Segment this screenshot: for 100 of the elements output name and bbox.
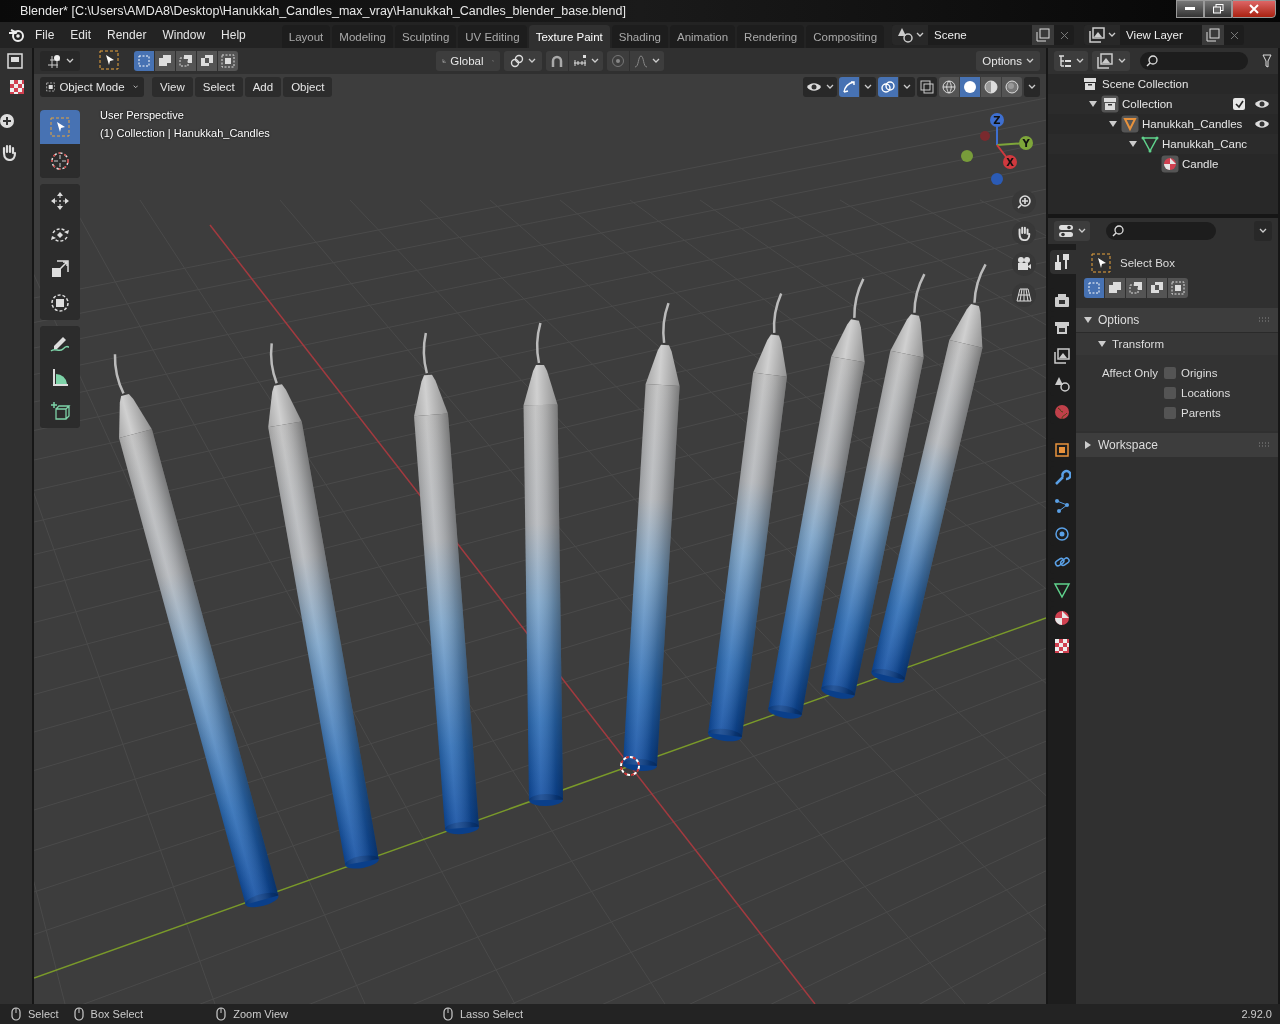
app-logo-icon[interactable] bbox=[8, 28, 26, 42]
menu-item[interactable]: View bbox=[152, 77, 193, 97]
outliner-item[interactable]: Candle bbox=[1182, 158, 1270, 170]
shading-mode-button[interactable] bbox=[1002, 77, 1022, 97]
selection-mode-button[interactable] bbox=[176, 51, 196, 71]
new-scene-button[interactable] bbox=[1032, 25, 1055, 45]
outliner-item[interactable]: Hanukkah_Candles bbox=[1142, 118, 1245, 130]
mode-dropdown[interactable]: Object Mode bbox=[40, 77, 144, 97]
caret-icon bbox=[652, 58, 660, 64]
zoom-button[interactable] bbox=[1012, 190, 1036, 214]
options-dropdown[interactable] bbox=[1254, 221, 1272, 241]
gizmo-dropdown[interactable] bbox=[860, 77, 876, 97]
outliner-item[interactable]: Hanukkah_Canc bbox=[1162, 138, 1270, 150]
checkbox[interactable]: Parents bbox=[1164, 407, 1221, 419]
eye-icon[interactable] bbox=[1254, 98, 1270, 110]
xray-toggle[interactable] bbox=[917, 77, 937, 97]
eye-icon[interactable] bbox=[1254, 118, 1270, 130]
checkbox[interactable]: Origins bbox=[1164, 367, 1218, 379]
options-dropdown[interactable]: Options bbox=[976, 51, 1040, 71]
menu-item[interactable]: Render bbox=[100, 25, 154, 45]
close-icon bbox=[1229, 30, 1239, 40]
orbit-icon bbox=[1053, 525, 1071, 543]
expand-triangle-icon[interactable] bbox=[1098, 340, 1106, 348]
falloff-dropdown[interactable] bbox=[630, 51, 664, 71]
expand-triangle-icon[interactable] bbox=[1089, 100, 1097, 108]
snap-toggle[interactable] bbox=[546, 51, 568, 71]
workspace-tab[interactable]: Animation bbox=[669, 25, 736, 48]
menu-item[interactable]: Edit bbox=[63, 25, 99, 45]
properties-tab[interactable] bbox=[1050, 250, 1076, 274]
workspace-tab[interactable]: Sculpting bbox=[394, 25, 457, 48]
selection-mode-button[interactable] bbox=[1168, 278, 1188, 298]
snap-dropdown[interactable] bbox=[569, 51, 603, 71]
perspective-toggle[interactable] bbox=[1012, 283, 1036, 307]
shading-dropdown[interactable] bbox=[1024, 77, 1040, 97]
camera-view-button[interactable] bbox=[1012, 252, 1036, 276]
panel-title[interactable]: Transform bbox=[1112, 338, 1164, 350]
menu-item[interactable]: Object bbox=[283, 77, 333, 97]
selection-mode-button[interactable] bbox=[155, 51, 175, 71]
selection-mode-button[interactable] bbox=[1147, 278, 1167, 298]
menu-item[interactable]: Window bbox=[155, 25, 213, 45]
minimize-button[interactable] bbox=[1176, 0, 1204, 18]
expand-triangle-icon[interactable] bbox=[1084, 316, 1092, 324]
workspace-tab[interactable]: Compositing bbox=[806, 25, 885, 48]
panel-title[interactable]: Options bbox=[1098, 313, 1140, 327]
drag-grip-icon[interactable] bbox=[1258, 317, 1270, 323]
mesh-triangle-icon bbox=[1053, 581, 1071, 599]
proportional-edit-toggle[interactable] bbox=[607, 51, 629, 71]
editor-type-icon[interactable] bbox=[6, 52, 24, 70]
selection-mode-button[interactable] bbox=[218, 51, 238, 71]
workspace-tab[interactable]: Shading bbox=[611, 25, 668, 48]
close-button[interactable] bbox=[1232, 0, 1276, 18]
selection-mode-button[interactable] bbox=[1126, 278, 1146, 298]
overlay-dropdown[interactable] bbox=[899, 77, 915, 97]
mouse-icon bbox=[442, 1007, 454, 1021]
collapse-triangle-icon[interactable] bbox=[1084, 441, 1092, 449]
navigation-gizmo[interactable] bbox=[961, 113, 1033, 185]
gizmo-toggle[interactable] bbox=[839, 77, 859, 97]
workspace-tab[interactable]: Rendering bbox=[737, 25, 805, 48]
orientation-dropdown[interactable]: Global bbox=[436, 51, 500, 71]
expand-triangle-icon[interactable] bbox=[1129, 140, 1137, 148]
pivot-point-dropdown[interactable] bbox=[504, 51, 542, 71]
editor-type-dropdown[interactable] bbox=[1054, 51, 1088, 71]
selection-mode-button[interactable] bbox=[134, 51, 154, 71]
menu-item[interactable]: Add bbox=[244, 77, 282, 97]
outliner-item[interactable]: Scene Collection bbox=[1102, 78, 1270, 90]
search-field[interactable] bbox=[1106, 222, 1216, 240]
selection-mode-button[interactable] bbox=[197, 51, 217, 71]
shading-mode-button[interactable] bbox=[981, 77, 1001, 97]
filter-icon[interactable] bbox=[1262, 54, 1272, 68]
search-field[interactable] bbox=[1140, 52, 1248, 70]
expand-triangle-icon[interactable] bbox=[1109, 120, 1117, 128]
visibility-dropdown[interactable] bbox=[803, 77, 837, 97]
link-icon bbox=[510, 54, 524, 68]
editor-type-dropdown[interactable] bbox=[1054, 221, 1090, 241]
workspace-tab[interactable]: Texture Paint bbox=[528, 25, 610, 48]
panel-title[interactable]: Workspace bbox=[1098, 438, 1158, 452]
workspace-tab[interactable]: Layout bbox=[281, 25, 331, 48]
selection-mode-button[interactable] bbox=[1105, 278, 1125, 298]
selection-mode-button[interactable] bbox=[1084, 278, 1104, 298]
display-mode-dropdown[interactable] bbox=[1092, 51, 1130, 71]
menu-item[interactable]: Select bbox=[194, 77, 243, 97]
menu-item[interactable]: File bbox=[28, 25, 62, 45]
overlay-toggle[interactable] bbox=[878, 77, 898, 97]
drag-grip-icon[interactable] bbox=[1258, 442, 1270, 448]
hand-icon[interactable] bbox=[0, 143, 18, 161]
new-view-layer-button[interactable] bbox=[1202, 25, 1225, 45]
workspace-tab[interactable]: Modeling bbox=[332, 25, 393, 48]
menu-item[interactable]: Help bbox=[214, 25, 253, 45]
shading-mode-button[interactable] bbox=[939, 77, 959, 97]
pivot-dropdown[interactable] bbox=[40, 51, 80, 71]
axis-label: Z bbox=[993, 115, 1001, 126]
checkbox[interactable]: Locations bbox=[1164, 387, 1231, 399]
checkbox[interactable] bbox=[1233, 98, 1245, 110]
material-sphere-icon bbox=[1161, 155, 1179, 173]
maximize-button[interactable] bbox=[1204, 0, 1232, 18]
outliner-item[interactable]: Collection bbox=[1122, 98, 1230, 110]
pan-button[interactable] bbox=[1012, 221, 1036, 245]
workspace-tab[interactable]: UV Editing bbox=[458, 25, 527, 48]
mesh-triangle-icon bbox=[1141, 135, 1159, 153]
shading-mode-button[interactable] bbox=[960, 77, 980, 97]
